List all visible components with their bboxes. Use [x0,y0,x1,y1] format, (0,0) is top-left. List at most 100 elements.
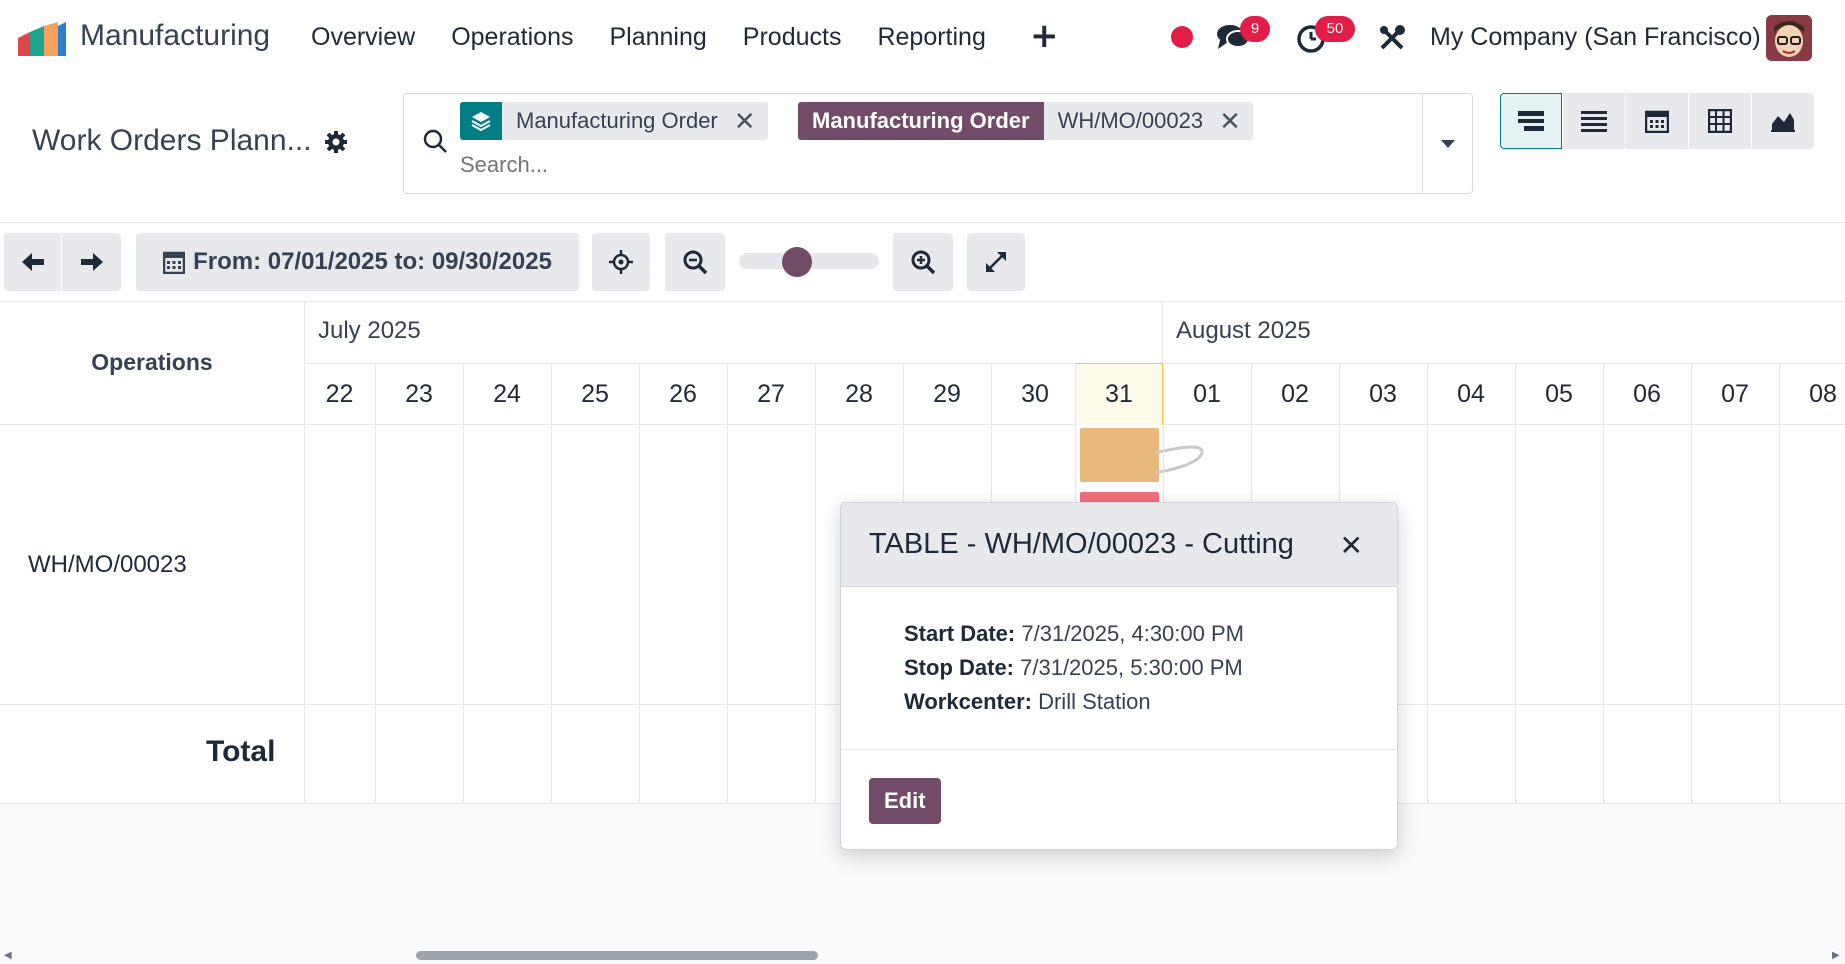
horizontal-scrollbar[interactable] [416,951,818,960]
day-header: 01 [1193,379,1221,408]
user-avatar[interactable] [1766,15,1812,61]
day-header: 24 [493,379,521,408]
area-chart-icon [1771,113,1795,132]
list-view-button[interactable] [1563,93,1625,149]
focus-today-button[interactable] [592,233,650,291]
day-header: 30 [1021,379,1049,408]
scroll-left-icon[interactable]: ◀ [4,950,12,961]
search-icon [423,129,447,153]
popover-footer: Edit [841,750,1397,849]
workcenter-label: Workcenter: [904,689,1032,714]
day-header: 31 [1105,379,1133,408]
scroll-right-icon[interactable]: ▶ [1832,950,1840,961]
calendar-view-icon [1645,110,1669,133]
caret-down-icon [1440,139,1455,148]
date-range-label: From: 07/01/2025 to: 09/30/2025 [193,248,552,275]
graph-view-button[interactable] [1752,93,1814,149]
zoom-in-icon [911,250,936,275]
calendar-view-button[interactable] [1626,93,1688,149]
arrow-left-icon [21,253,44,271]
view-switcher [1500,93,1815,149]
day-header: 25 [581,379,609,408]
gantt-view-icon [1518,111,1544,131]
grid-line [463,363,464,803]
grid-line [375,363,376,803]
start-date-line: Start Date: 7/31/2025, 4:30:00 PM [904,617,1397,651]
work-order-pill[interactable] [1080,428,1159,482]
menu-products[interactable]: Products [743,23,842,52]
pivot-view-icon [1708,109,1732,133]
grid-line [1427,363,1428,803]
debug-tools-icon[interactable] [1378,24,1406,52]
manufacturing-app-icon[interactable] [18,22,66,56]
zoom-slider-handle[interactable] [782,247,812,277]
recording-indicator-icon[interactable] [1171,26,1193,48]
workcenter-line: Workcenter: Drill Station [904,685,1397,719]
breadcrumb: Work Orders Plann... [32,124,312,157]
remove-filter-facet-icon[interactable]: ✕ [1213,106,1253,137]
start-date-label: Start Date: [904,621,1016,646]
day-header: 22 [325,379,354,408]
popover-body: Start Date: 7/31/2025, 4:30:00 PM Stop D… [841,587,1397,750]
day-header: 23 [405,379,433,408]
menu-operations[interactable]: Operations [451,23,573,52]
menu-planning[interactable]: Planning [609,23,706,52]
previous-period-button[interactable] [4,233,61,291]
list-view-icon [1581,111,1607,132]
divider [0,222,1845,223]
remove-groupby-facet-icon[interactable]: ✕ [728,106,768,137]
day-header: 04 [1457,379,1485,408]
grid-line [551,363,552,803]
grid-line [727,363,728,803]
day-header: 08 [1809,379,1837,408]
calendar-icon [163,251,186,274]
popover-title: TABLE - WH/MO/00023 - Cutting [869,528,1294,560]
day-header: 28 [845,379,873,408]
dependency-connector [1154,445,1204,475]
filter-facet-value: WH/MO/00023 [1057,108,1204,133]
filter-facet-label: Manufacturing Order [798,102,1044,140]
start-date-value: 7/31/2025, 4:30:00 PM [1021,621,1244,646]
edit-button[interactable]: Edit [869,778,941,824]
stop-date-line: Stop Date: 7/31/2025, 5:30:00 PM [904,651,1397,685]
company-switcher[interactable]: My Company (San Francisco) [1430,23,1761,52]
gantt-view-button[interactable] [1500,93,1562,149]
day-header: 02 [1281,379,1309,408]
plus-icon[interactable]: + [1030,16,1059,56]
pivot-view-button[interactable] [1689,93,1751,149]
expand-icon [986,252,1006,272]
day-header: 03 [1369,379,1397,408]
menu-overview[interactable]: Overview [311,23,415,52]
search-input[interactable] [460,152,1360,178]
work-order-popover: TABLE - WH/MO/00023 - Cutting ✕ Start Da… [840,502,1398,850]
popover-header: TABLE - WH/MO/00023 - Cutting ✕ [841,503,1397,587]
menu-reporting[interactable]: Reporting [877,23,985,52]
activities-count-badge: 50 [1315,16,1355,42]
groupby-facet-value: Manufacturing Order [516,108,718,133]
close-icon[interactable]: ✕ [1340,529,1363,562]
gear-icon[interactable] [324,130,348,154]
layers-icon [460,102,502,140]
day-header: 29 [933,379,961,408]
stop-date-value: 7/31/2025, 5:30:00 PM [1020,655,1243,680]
search-options-toggle[interactable] [1422,94,1472,193]
expand-rows-button[interactable] [967,233,1025,291]
search-panel: Manufacturing Order ✕ Manufacturing Orde… [403,93,1473,194]
day-header: 27 [757,379,785,408]
grid-line [1691,363,1692,803]
grid-line [1515,363,1516,803]
date-range-picker[interactable]: From: 07/01/2025 to: 09/30/2025 [136,233,579,291]
workcenter-value: Drill Station [1038,689,1151,714]
day-header: 05 [1545,379,1573,408]
month-header: August 2025 [1176,317,1311,344]
zoom-in-button[interactable] [893,233,953,291]
app-name[interactable]: Manufacturing [80,19,270,53]
operations-column-header: Operations [91,349,213,375]
grid-line [1162,301,1163,363]
next-period-button[interactable] [62,233,121,291]
month-header: July 2025 [318,317,421,344]
zoom-out-button[interactable] [665,233,725,291]
gantt-row-label[interactable]: WH/MO/00023 [28,551,187,579]
zoom-out-icon [683,250,708,275]
day-header: 26 [669,379,697,408]
